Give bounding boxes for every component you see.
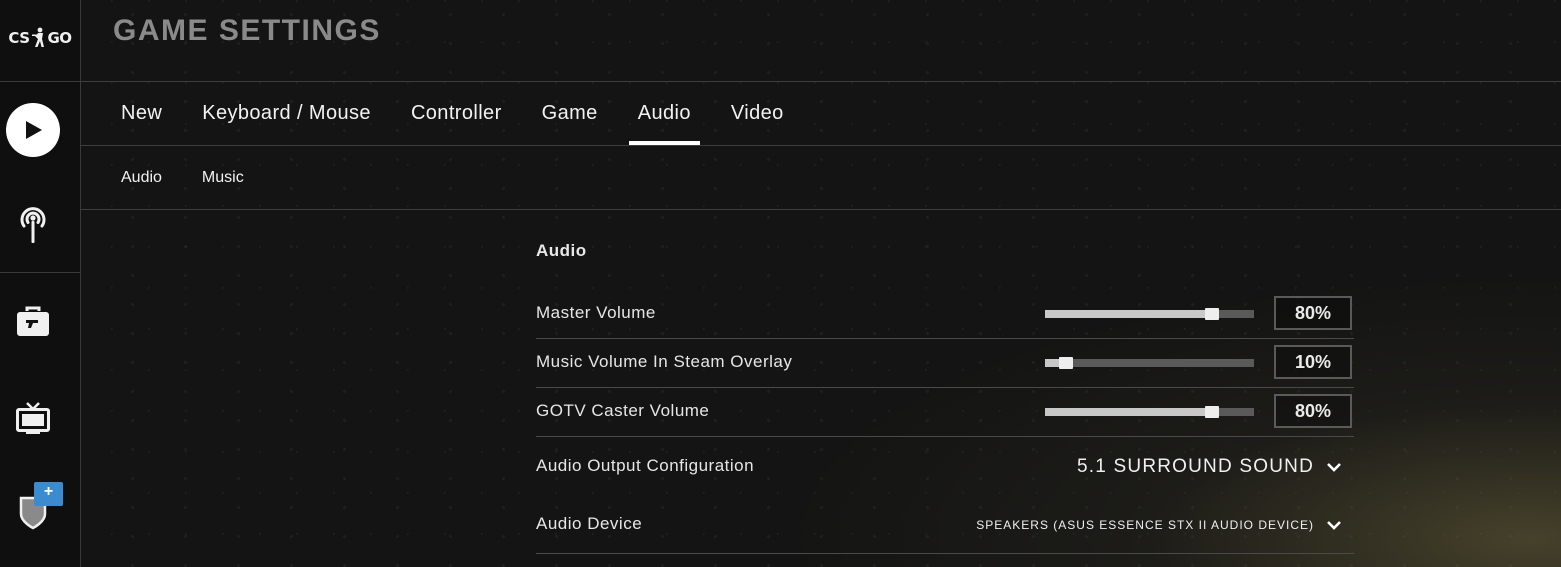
gotv-caster-volume-label: GOTV Caster Volume (536, 401, 710, 420)
briefcase-icon (17, 306, 49, 336)
audio-device-dropdown[interactable]: SPEAKERS (ASUS ESSENCE STX II AUDIO DEVI… (976, 513, 1354, 537)
tab-new[interactable]: New (101, 83, 182, 145)
tab-keyboard-mouse[interactable]: Keyboard / Mouse (182, 83, 391, 145)
master-volume-slider[interactable] (1045, 308, 1254, 320)
audio-device-label: Audio Device (536, 514, 643, 533)
play-icon (26, 121, 42, 139)
header-divider (81, 81, 1561, 82)
audio-output-config-dropdown[interactable]: 5.1 SURROUND SOUND (1077, 455, 1354, 479)
audio-device-row: Audio Device SPEAKERS (ASUS ESSENCE STX … (536, 495, 1354, 554)
slider-thumb[interactable] (1205, 406, 1220, 418)
master-volume-row: Master Volume 80% (536, 289, 1354, 339)
rail-divider (0, 272, 80, 273)
soldier-icon (31, 27, 44, 47)
page-title: GAME SETTINGS (113, 14, 381, 47)
master-volume-value[interactable]: 80% (1274, 296, 1352, 330)
slider-thumb[interactable] (1205, 308, 1220, 320)
watch-button[interactable] (14, 399, 52, 437)
gotv-caster-volume-slider[interactable] (1045, 406, 1254, 418)
audio-output-config-row: Audio Output Configuration 5.1 SURROUND … (536, 436, 1354, 495)
broadcast-button[interactable] (14, 205, 52, 243)
tab-video[interactable]: Video (711, 83, 804, 145)
logo-text-left: CS (8, 29, 30, 47)
gotv-caster-volume-value[interactable]: 80% (1274, 394, 1352, 428)
logo-text-right: GO (47, 29, 73, 47)
music-volume-overlay-value[interactable]: 10% (1274, 345, 1352, 379)
slider-thumb[interactable] (1058, 357, 1073, 369)
audio-device-selected: SPEAKERS (ASUS ESSENCE STX II AUDIO DEVI… (976, 518, 1314, 532)
tabs-divider (81, 145, 1561, 146)
settings-tabs: New Keyboard / Mouse Controller Game Aud… (101, 83, 804, 145)
music-volume-overlay-row: Music Volume In Steam Overlay 10% (536, 338, 1354, 388)
music-volume-overlay-label: Music Volume In Steam Overlay (536, 352, 793, 371)
subtabs-divider (81, 209, 1561, 210)
broadcast-icon (20, 207, 46, 243)
audio-output-config-selected: 5.1 SURROUND SOUND (1077, 456, 1314, 477)
chevron-down-icon (1314, 513, 1354, 537)
left-rail: CS GO + (0, 0, 81, 567)
notification-badge[interactable]: + (34, 482, 63, 506)
slider-fill (1045, 310, 1213, 318)
tv-icon (16, 402, 50, 434)
slider-fill (1045, 408, 1213, 416)
play-button[interactable] (6, 103, 60, 157)
subtab-music[interactable]: Music (182, 147, 264, 209)
inventory-button[interactable] (14, 303, 52, 341)
csgo-logo[interactable]: CS GO (0, 18, 80, 58)
tab-game[interactable]: Game (522, 83, 618, 145)
rail-divider (0, 81, 80, 82)
gotv-caster-volume-row: GOTV Caster Volume 80% (536, 387, 1354, 437)
tab-controller[interactable]: Controller (391, 83, 522, 145)
settings-subtabs: Audio Music (101, 147, 264, 209)
section-title: Audio (536, 241, 587, 260)
tab-audio[interactable]: Audio (618, 83, 711, 145)
master-volume-label: Master Volume (536, 303, 656, 322)
music-volume-overlay-slider[interactable] (1045, 357, 1254, 369)
subtab-audio[interactable]: Audio (101, 147, 182, 209)
chevron-down-icon (1314, 455, 1354, 479)
audio-output-config-label: Audio Output Configuration (536, 456, 755, 475)
